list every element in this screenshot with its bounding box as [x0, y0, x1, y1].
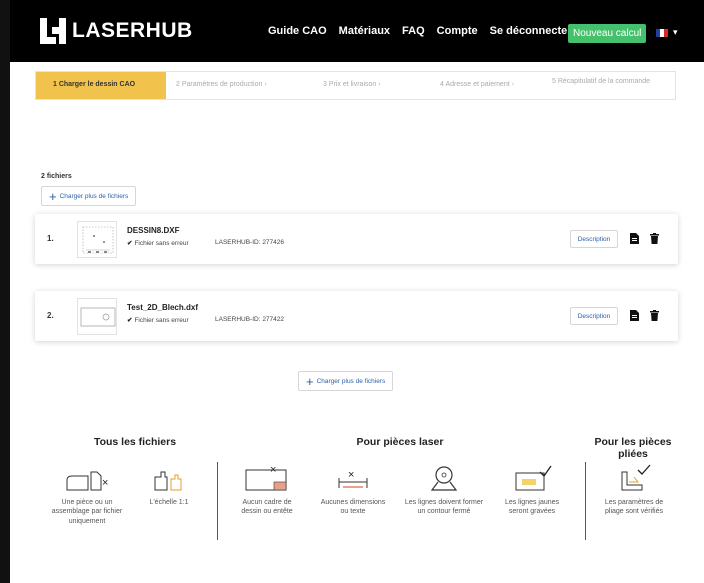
order-stepper: 1 Charger le dessin CAO 2 Paramètres de …: [35, 71, 676, 100]
step-production-params[interactable]: 2 Paramètres de production ›: [176, 81, 267, 88]
plus-icon: +: [49, 188, 57, 204]
chevron-right-icon: ›: [264, 81, 267, 88]
description-button[interactable]: Description: [570, 307, 618, 325]
upload-more-files-button[interactable]: + Charger plus de fichiers: [41, 186, 137, 206]
rule-caption: Les lignes doivent former un contour fer…: [404, 499, 484, 516]
rule-caption: Les paramètres de pliage sont vérifiés: [604, 499, 664, 516]
upload-more-files-label: Charger plus de fichiers: [316, 377, 386, 385]
engraving-icon: [515, 465, 552, 491]
step-order-summary[interactable]: 5 Récapitulatif de la commande: [552, 77, 662, 86]
section-title-all-files: Tous les fichiers: [93, 436, 177, 448]
main-nav: Guide CAO Matériaux FAQ Compte Se déconn…: [268, 25, 584, 37]
section-divider: [217, 462, 218, 540]
rule-item: Les lignes jaunes seront gravées: [497, 464, 567, 517]
brand-logo[interactable]: LASERHUB: [40, 18, 193, 44]
file-preview-thumbnail[interactable]: [77, 221, 117, 258]
rule-caption: L'échelle 1:1: [149, 499, 189, 506]
file-index: 2.: [47, 311, 54, 320]
file-row: 1. DESSIN8.DXF ✔ Fichier sans erreur LASE…: [35, 214, 678, 264]
file-preview-thumbnail[interactable]: [77, 298, 117, 335]
file-laserhub-id: LASERHUB-ID: 277422: [215, 316, 285, 323]
description-button[interactable]: Description: [570, 230, 618, 248]
new-calculation-button[interactable]: Nouveau calcul: [568, 24, 647, 43]
nav-link-materiaux[interactable]: Matériaux: [339, 25, 390, 37]
nav-link-logout[interactable]: Se déconnecter: [490, 25, 572, 37]
single-part-icon: ×: [66, 471, 108, 491]
document-icon[interactable]: [630, 310, 639, 321]
section-title-bent-parts: Pour les pièces pliées: [594, 436, 672, 461]
bend-check-icon: [621, 464, 651, 491]
rule-item: L'échelle 1:1: [138, 466, 200, 507]
french-flag-icon[interactable]: [656, 29, 668, 37]
step-address-payment[interactable]: 4 Adresse et paiement ›: [440, 81, 514, 88]
rule-item: × Aucun cadre de dessin ou entête: [232, 464, 302, 517]
step-upload-cad[interactable]: 1 Charger le dessin CAO: [36, 72, 166, 99]
upload-more-files-button[interactable]: + Charger plus de fichiers: [298, 371, 394, 391]
brand-name: LASERHUB: [72, 19, 193, 42]
no-frame-icon: ×: [245, 464, 287, 491]
rule-caption: Une pièce ou un assemblage par fichier u…: [51, 499, 123, 525]
upload-more-files-label: Charger plus de fichiers: [59, 192, 129, 200]
nav-link-faq[interactable]: FAQ: [402, 25, 425, 37]
rule-caption: Aucunes dimensions ou texte: [320, 499, 386, 516]
check-icon: ✔: [127, 317, 133, 324]
document-icon[interactable]: [630, 233, 639, 244]
rule-item: × Une pièce ou un assemblage par fichier…: [48, 466, 126, 526]
window-frame-edge: [0, 0, 10, 583]
rule-caption: Les lignes jaunes seront gravées: [504, 499, 560, 516]
section-divider: [585, 462, 586, 540]
file-index: 1.: [47, 234, 54, 243]
file-status: ✔ Fichier sans erreur: [127, 240, 189, 247]
file-laserhub-id: LASERHUB-ID: 277426: [215, 239, 285, 246]
file-status: ✔ Fichier sans erreur: [127, 317, 189, 324]
rule-caption: Aucun cadre de dessin ou entête: [241, 499, 293, 516]
scale-icon: [154, 471, 182, 491]
chevron-right-icon: ›: [378, 81, 381, 88]
section-title-laser-parts: Pour pièces laser: [356, 436, 444, 448]
chevron-right-icon: ›: [511, 81, 514, 88]
step-price-delivery[interactable]: 3 Prix et livraison ›: [323, 81, 381, 88]
rule-item: Les paramètres de pliage sont vérifiés: [596, 464, 672, 517]
trash-icon[interactable]: [650, 233, 659, 244]
plus-icon: +: [306, 373, 314, 389]
no-dimensions-icon: ×: [338, 469, 368, 488]
files-count: 2 fichiers: [41, 173, 72, 180]
svg-text:×: ×: [348, 469, 354, 481]
rule-item: × Aucunes dimensions ou texte: [318, 466, 388, 517]
rule-item: Les lignes doivent former un contour fer…: [404, 464, 484, 517]
svg-text:×: ×: [270, 464, 276, 476]
top-navigation: LASERHUB Guide CAO Matériaux FAQ Compte …: [10, 0, 704, 62]
file-name: DESSIN8.DXF: [127, 226, 180, 235]
nav-link-guide-cao[interactable]: Guide CAO: [268, 25, 327, 37]
file-name: Test_2D_Blech.dxf: [127, 303, 198, 312]
file-row: 2. Test_2D_Blech.dxf ✔ Fichier sans erreu…: [35, 291, 678, 341]
laserhub-logo-icon: [40, 18, 68, 44]
svg-text:×: ×: [102, 477, 108, 489]
nav-link-compte[interactable]: Compte: [437, 25, 478, 37]
chevron-down-icon[interactable]: ▾: [673, 27, 678, 38]
closed-contour-icon: [430, 466, 458, 491]
trash-icon[interactable]: [650, 310, 659, 321]
check-icon: ✔: [127, 240, 133, 247]
